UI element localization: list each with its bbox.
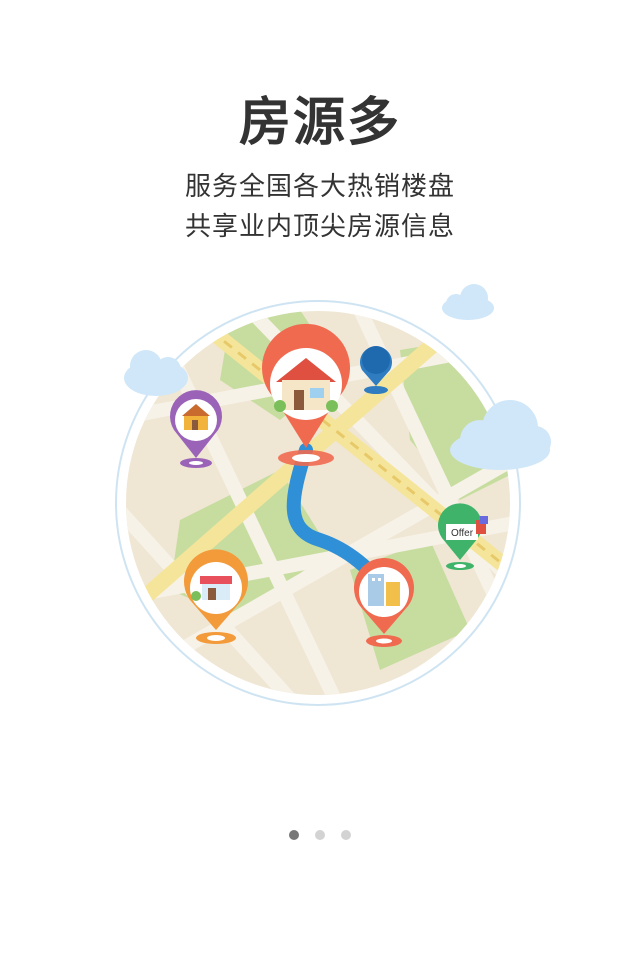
page-dot-2[interactable] [315,830,325,840]
offer-tag: Offer [451,528,474,539]
page-dot-1[interactable] [289,830,299,840]
cloud-icon [442,284,494,320]
subtitle-line-1: 服务全国各大热销楼盘 [184,172,455,202]
subtitle-line-2: 共享业内顶尖房源信息 [184,212,455,242]
map-illustration: Offer [115,284,551,706]
onboarding-screen: 房源多 服务全国各大热销楼盘 共享业内顶尖房源信息 Offer [0,0,640,960]
page-dot-3[interactable] [341,830,351,840]
page-title: 房源多 [238,93,401,153]
page-indicator [0,830,640,840]
